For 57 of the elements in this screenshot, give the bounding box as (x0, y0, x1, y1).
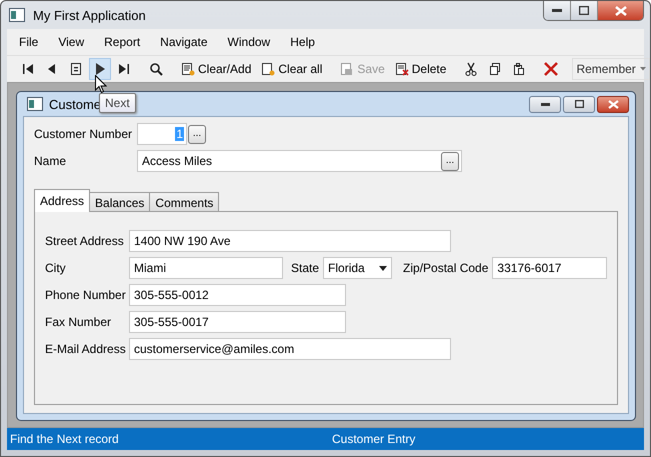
field-label: Fax Number (45, 315, 112, 329)
close-button[interactable] (598, 1, 643, 20)
maximize-icon (574, 100, 584, 108)
field-label: Zip/Postal Code (403, 261, 488, 275)
window-title: My First Application (33, 8, 146, 22)
zip-code-field[interactable]: 33176-6017 (492, 257, 608, 279)
tab[interactable]: Balances (89, 192, 150, 212)
lookup-button[interactable]: ... (188, 124, 206, 144)
menu-item[interactable]: View (52, 35, 90, 49)
next-record-icon[interactable] (89, 58, 111, 80)
tab[interactable]: Address (34, 189, 90, 212)
menu-item[interactable]: Window (222, 35, 276, 49)
maximize-button[interactable] (563, 96, 596, 112)
close-button[interactable] (597, 96, 630, 112)
minimize-icon (540, 102, 550, 106)
close-icon (608, 100, 619, 108)
save-icon (340, 62, 354, 76)
tooltip: Next (99, 93, 136, 113)
city-field[interactable]: Miami (129, 257, 283, 279)
field-label: E-Mail Address (45, 342, 125, 356)
field-label: Name (34, 154, 68, 168)
field-label: Street Address (45, 234, 125, 248)
field-label: Customer Number (34, 127, 133, 141)
window-icon (27, 97, 43, 111)
clear-all-button[interactable]: Clear all (257, 58, 326, 80)
document-delete-icon (394, 62, 409, 76)
caret-icon (379, 266, 388, 270)
fax-number-field[interactable]: 305-555-0017 (129, 311, 346, 333)
cursor-icon (95, 75, 107, 94)
minimize-button[interactable] (544, 1, 571, 20)
maximize-icon (579, 6, 589, 15)
close-icon (614, 6, 626, 16)
remember-dropdown[interactable]: Remember (572, 58, 650, 80)
window-title: Custome (49, 96, 102, 112)
menu-item[interactable]: File (13, 35, 44, 49)
street-address-field[interactable]: 1400 NW 190 Ave (129, 230, 451, 252)
minimize-button[interactable] (529, 96, 562, 112)
lookup-button[interactable]: ... (441, 152, 459, 170)
tab[interactable]: Comments (149, 192, 220, 212)
field-label: State (291, 261, 320, 275)
clear-add-button[interactable]: Clear/Add (177, 58, 256, 80)
email-field[interactable]: customerservice@amiles.com (129, 338, 451, 360)
minimize-icon (552, 8, 562, 12)
caret-icon (640, 67, 646, 71)
field-label: Phone Number (45, 288, 125, 302)
menu-item[interactable]: Navigate (154, 35, 214, 49)
name-field[interactable]: Access Miles ... (137, 150, 462, 172)
field-label: City (45, 261, 67, 275)
delete-button[interactable]: Delete (390, 58, 450, 80)
status-message: Find the Next record (10, 432, 119, 446)
status-form-name: Customer Entry (332, 432, 416, 446)
maximize-button[interactable] (571, 1, 598, 20)
phone-number-field[interactable]: 305-555-0012 (129, 284, 346, 306)
menu-item[interactable]: Report (98, 35, 146, 49)
state-dropdown[interactable]: Florida (323, 257, 392, 279)
menu-item[interactable]: Help (284, 35, 321, 49)
window-icon (9, 8, 25, 22)
